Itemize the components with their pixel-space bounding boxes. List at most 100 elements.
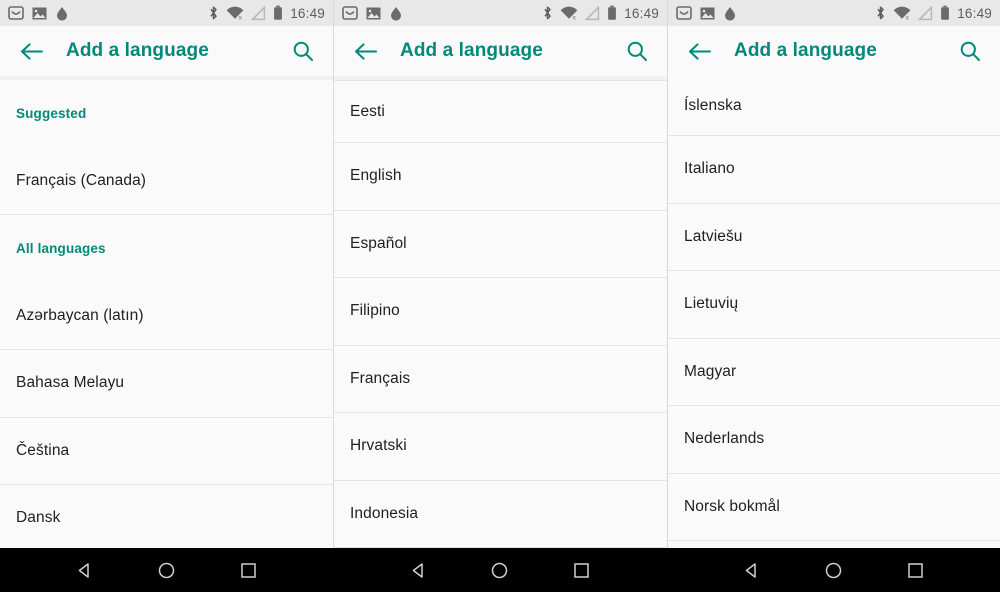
language-list-3[interactable]: Íslenska Italiano Latviešu Lietuvių Magy…: [668, 76, 1000, 548]
status-bar-right-icons: x 16:49: [875, 5, 992, 21]
search-icon: [627, 41, 647, 61]
language-label: Magyar: [684, 362, 737, 380]
search-icon: [960, 41, 980, 61]
status-bar: x 16:49: [334, 0, 667, 26]
section-label: All languages: [16, 241, 106, 257]
status-bar-left-icons: [8, 6, 69, 21]
nav-back-button[interactable]: [68, 553, 102, 587]
svg-text:x: x: [573, 14, 577, 20]
language-label: English: [350, 167, 402, 185]
list-item[interactable]: Français (Canada): [0, 147, 333, 215]
status-bar: x 16:49: [0, 0, 333, 26]
home-circle-icon: [158, 562, 175, 578]
language-label: Français: [350, 369, 411, 387]
list-item[interactable]: Indonesia: [334, 480, 667, 548]
nav-back-button[interactable]: [734, 553, 768, 587]
recents-square-icon: [241, 562, 256, 578]
signal-off-icon: [585, 5, 600, 21]
battery-icon: [940, 5, 950, 21]
list-item[interactable]: Íslenska: [668, 76, 1000, 136]
nav-recents-button[interactable]: [231, 553, 265, 587]
page-title: Add a language: [734, 40, 877, 61]
svg-text:x: x: [906, 14, 910, 20]
section-header-all-languages: All languages: [0, 215, 333, 283]
status-bar-left-icons: [676, 6, 737, 21]
language-label: Íslenska: [684, 96, 742, 114]
language-label: Español: [350, 234, 407, 252]
arrow-back-icon: [20, 42, 43, 60]
bluetooth-icon: [208, 5, 219, 21]
language-label: Dansk: [16, 509, 61, 527]
list-item[interactable]: Italiano: [668, 136, 1000, 204]
list-item[interactable]: English: [334, 143, 667, 211]
nav-home-button[interactable]: [483, 553, 517, 587]
list-item[interactable]: Filipino: [334, 278, 667, 346]
signal-off-icon: [251, 5, 266, 21]
list-item[interactable]: Azərbaycan (latın): [0, 282, 333, 350]
list-item[interactable]: Norsk bokmål: [668, 473, 1000, 541]
list-item[interactable]: Bahasa Melayu: [0, 350, 333, 418]
app-bar: Add a language: [0, 26, 333, 76]
nav-recents-button[interactable]: [898, 553, 932, 587]
section-header-suggested: Suggested: [0, 80, 333, 148]
list-item[interactable]: Latviešu: [668, 203, 1000, 271]
image-icon: [366, 7, 381, 20]
list-item[interactable]: Nederlands: [668, 406, 1000, 474]
back-triangle-icon: [79, 562, 90, 578]
app-bar: Add a language: [334, 26, 667, 76]
list-item[interactable]: Magyar: [668, 338, 1000, 406]
language-label: Nederlands: [684, 430, 765, 448]
list-item[interactable]: Eesti: [334, 80, 667, 143]
screen-panel-1: x 16:49 Add a language Suggested Françai…: [0, 0, 334, 548]
list-item[interactable]: Čeština: [0, 417, 333, 485]
screen-panel-2: x 16:49 Add a language Eesti English Esp…: [334, 0, 668, 548]
list-item[interactable]: Lietuvių: [668, 271, 1000, 339]
droplet-icon: [55, 6, 69, 21]
wifi-off-icon: x: [226, 6, 244, 21]
status-bar-clock: 16:49: [957, 5, 992, 21]
language-list-1[interactable]: Suggested Français (Canada) All language…: [0, 76, 333, 548]
language-label: Lietuvių: [684, 295, 739, 313]
bluetooth-icon: [875, 5, 886, 21]
section-label: Suggested: [16, 106, 87, 122]
bluetooth-icon: [542, 5, 553, 21]
recents-square-icon: [907, 562, 923, 578]
system-navigation-bar: [0, 548, 1000, 592]
droplet-icon: [723, 6, 737, 21]
language-label: Eesti: [350, 102, 385, 120]
back-triangle-icon: [745, 562, 756, 578]
droplet-icon: [389, 6, 403, 21]
nav-group-2: [333, 548, 666, 592]
nav-home-button[interactable]: [816, 553, 850, 587]
language-label: Čeština: [16, 441, 70, 459]
recents-square-icon: [574, 562, 589, 578]
image-icon: [700, 7, 715, 20]
mail-icon: [342, 6, 358, 20]
nav-group-1: [0, 548, 333, 592]
arrow-back-icon: [354, 42, 377, 60]
back-button[interactable]: [14, 34, 48, 68]
status-bar: x 16:49: [668, 0, 1000, 26]
list-item[interactable]: Hrvatski: [334, 413, 667, 481]
back-button[interactable]: [348, 34, 382, 68]
nav-home-button[interactable]: [150, 553, 184, 587]
wifi-off-icon: x: [893, 6, 911, 21]
search-button[interactable]: [287, 35, 319, 67]
status-bar-right-icons: x 16:49: [208, 5, 325, 21]
search-button[interactable]: [954, 35, 986, 67]
language-label: Indonesia: [350, 504, 419, 522]
nav-back-button[interactable]: [401, 553, 435, 587]
language-list-2[interactable]: Eesti English Español Filipino Français …: [334, 76, 667, 548]
list-item[interactable]: Español: [334, 210, 667, 278]
language-label: Hrvatski: [350, 437, 407, 455]
battery-icon: [273, 5, 283, 21]
list-item[interactable]: Dansk: [0, 485, 333, 548]
list-item[interactable]: Français: [334, 345, 667, 413]
language-label: Azərbaycan (latın): [16, 306, 144, 324]
battery-icon: [607, 5, 617, 21]
search-button[interactable]: [621, 35, 653, 67]
screen-panel-3: x 16:49 Add a language Íslenska Italiano…: [668, 0, 1000, 548]
back-button[interactable]: [682, 34, 716, 68]
arrow-back-icon: [688, 42, 711, 60]
nav-recents-button[interactable]: [565, 553, 599, 587]
